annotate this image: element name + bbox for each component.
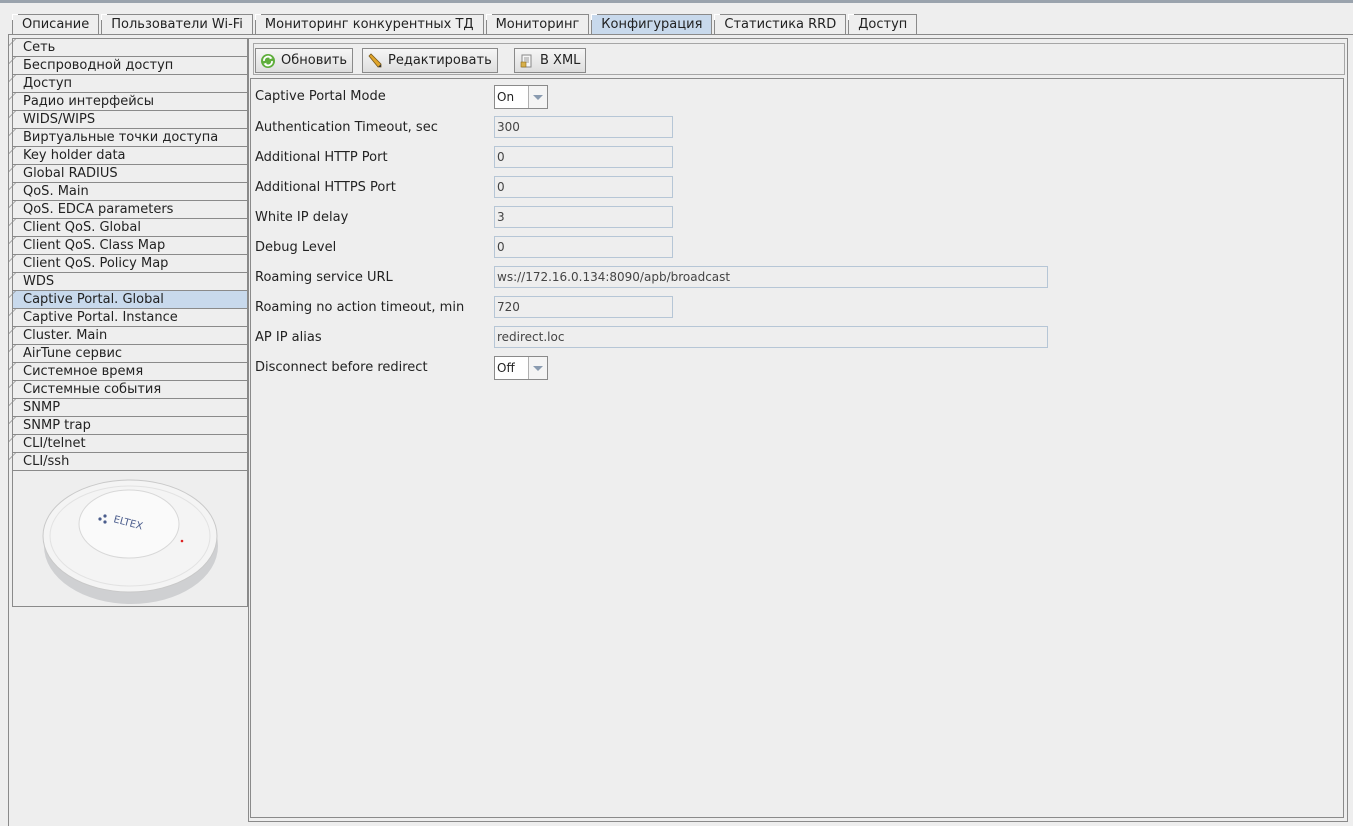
sidebar-item-captive-portal-instance[interactable]: Captive Portal. Instance (13, 309, 247, 327)
debug-level-field[interactable]: 0 (494, 236, 673, 258)
sidebar-item-client-qos-policy-map[interactable]: Client QoS. Policy Map (13, 255, 247, 273)
sidebar-item-cli-ssh[interactable]: CLI/ssh (13, 453, 247, 471)
pencil-icon (367, 52, 383, 69)
sidebar-item-wids-wips[interactable]: WIDS/WIPS (13, 111, 247, 129)
form-row-https-port: Additional HTTPS Port 0 (255, 176, 1335, 200)
auth-timeout-field[interactable]: 300 (494, 116, 673, 138)
chevron-down-icon[interactable] (529, 86, 547, 108)
captive-portal-mode-select[interactable]: On (494, 85, 548, 109)
export-xml-button-label: В XML (540, 53, 581, 68)
sidebar-item-airtune[interactable]: AirTune сервис (13, 345, 247, 363)
sidebar-item-radio-interfaces[interactable]: Радио интерфейсы (13, 93, 247, 111)
tab-wifi-users[interactable]: Пользователи Wi-Fi (101, 14, 253, 35)
form-row-disconnect-before-redirect: Disconnect before redirect Off (255, 356, 1335, 380)
sidebar-item-system-time[interactable]: Системное время (13, 363, 247, 381)
sidebar-item-access[interactable]: Доступ (13, 75, 247, 93)
window-top-border (0, 0, 1353, 3)
sidebar-item-wireless-access[interactable]: Беспроводной доступ (13, 57, 247, 75)
tab-access[interactable]: Доступ (848, 14, 918, 35)
roaming-timeout-field[interactable]: 720 (494, 296, 673, 318)
roaming-url-label: Roaming service URL (255, 270, 393, 285)
white-ip-delay-field[interactable]: 3 (494, 206, 673, 228)
https-port-field[interactable]: 0 (494, 176, 673, 198)
export-xml-button[interactable]: В XML (514, 48, 587, 73)
refresh-button-label: Обновить (281, 53, 348, 68)
tab-bar: Описание Пользователи Wi-Fi Мониторинг к… (12, 14, 919, 35)
debug-level-label: Debug Level (255, 240, 337, 255)
sidebar-item-virtual-aps[interactable]: Виртуальные точки доступа (13, 129, 247, 147)
form-row-roaming-timeout: Roaming no action timeout, min 720 (255, 296, 1335, 320)
white-ip-delay-label: White IP delay (255, 210, 349, 225)
sidebar-item-network[interactable]: Сеть (13, 39, 247, 57)
form-row-auth-timeout: Authentication Timeout, sec 300 (255, 116, 1335, 140)
http-port-label: Additional HTTP Port (255, 150, 388, 165)
chevron-down-icon[interactable] (529, 357, 547, 379)
document-icon (519, 53, 535, 69)
edit-button[interactable]: Редактировать (362, 48, 498, 73)
disconnect-before-redirect-select[interactable]: Off (494, 356, 548, 380)
form-row-debug-level: Debug Level 0 (255, 236, 1335, 260)
refresh-button[interactable]: Обновить (255, 48, 354, 73)
captive-portal-form: Captive Portal Mode On Authentication Ti… (250, 78, 1344, 818)
config-sidebar: Сеть Беспроводной доступ Доступ Радио ин… (12, 38, 248, 607)
captive-portal-mode-label: Captive Portal Mode (255, 89, 386, 104)
sidebar-item-wds[interactable]: WDS (13, 273, 247, 291)
tab-rrd-statistics[interactable]: Статистика RRD (714, 14, 847, 35)
disconnect-before-redirect-label: Disconnect before redirect (255, 360, 428, 375)
sidebar-item-captive-portal-global[interactable]: Captive Portal. Global (13, 291, 247, 309)
sidebar-item-cli-telnet[interactable]: CLI/telnet (13, 435, 247, 453)
form-row-captive-portal-mode: Captive Portal Mode On (255, 85, 1335, 109)
sidebar-item-global-radius[interactable]: Global RADIUS (13, 165, 247, 183)
access-point-image: ELTEX (13, 472, 247, 606)
roaming-timeout-label: Roaming no action timeout, min (255, 300, 465, 315)
tab-description[interactable]: Описание (12, 14, 100, 35)
captive-portal-mode-value: On (495, 86, 529, 108)
config-main-panel: Обновить Редактировать В XML Captive Por… (248, 38, 1348, 822)
sidebar-item-cluster-main[interactable]: Cluster. Main (13, 327, 247, 345)
sidebar-item-key-holder-data[interactable]: Key holder data (13, 147, 247, 165)
form-row-ap-ip-alias: AP IP alias redirect.loc (255, 326, 1335, 350)
form-row-http-port: Additional HTTP Port 0 (255, 146, 1335, 170)
https-port-label: Additional HTTPS Port (255, 180, 396, 195)
sidebar-item-qos-main[interactable]: QoS. Main (13, 183, 247, 201)
http-port-field[interactable]: 0 (494, 146, 673, 168)
sidebar-item-system-events[interactable]: Системные события (13, 381, 247, 399)
refresh-icon (260, 53, 276, 69)
roaming-url-field[interactable]: ws://172.16.0.134:8090/apb/broadcast (494, 266, 1048, 288)
toolbar: Обновить Редактировать В XML (253, 43, 1345, 75)
sidebar-item-client-qos-global[interactable]: Client QoS. Global (13, 219, 247, 237)
sidebar-item-snmp-trap[interactable]: SNMP trap (13, 417, 247, 435)
tab-monitoring[interactable]: Мониторинг (485, 14, 590, 35)
edit-button-label: Редактировать (388, 53, 492, 68)
form-row-white-ip-delay: White IP delay 3 (255, 206, 1335, 230)
tab-configuration[interactable]: Конфигурация (591, 14, 713, 35)
auth-timeout-label: Authentication Timeout, sec (255, 120, 438, 135)
form-row-roaming-url: Roaming service URL ws://172.16.0.134:80… (255, 266, 1335, 290)
ap-ip-alias-label: AP IP alias (255, 330, 322, 345)
tab-competitor-monitoring[interactable]: Мониторинг конкурентных ТД (254, 14, 484, 35)
sidebar-item-qos-edca[interactable]: QoS. EDCA parameters (13, 201, 247, 219)
sidebar-item-snmp[interactable]: SNMP (13, 399, 247, 417)
sidebar-item-client-qos-class-map[interactable]: Client QoS. Class Map (13, 237, 247, 255)
ap-ip-alias-field[interactable]: redirect.loc (494, 326, 1048, 348)
disconnect-before-redirect-value: Off (495, 357, 529, 379)
